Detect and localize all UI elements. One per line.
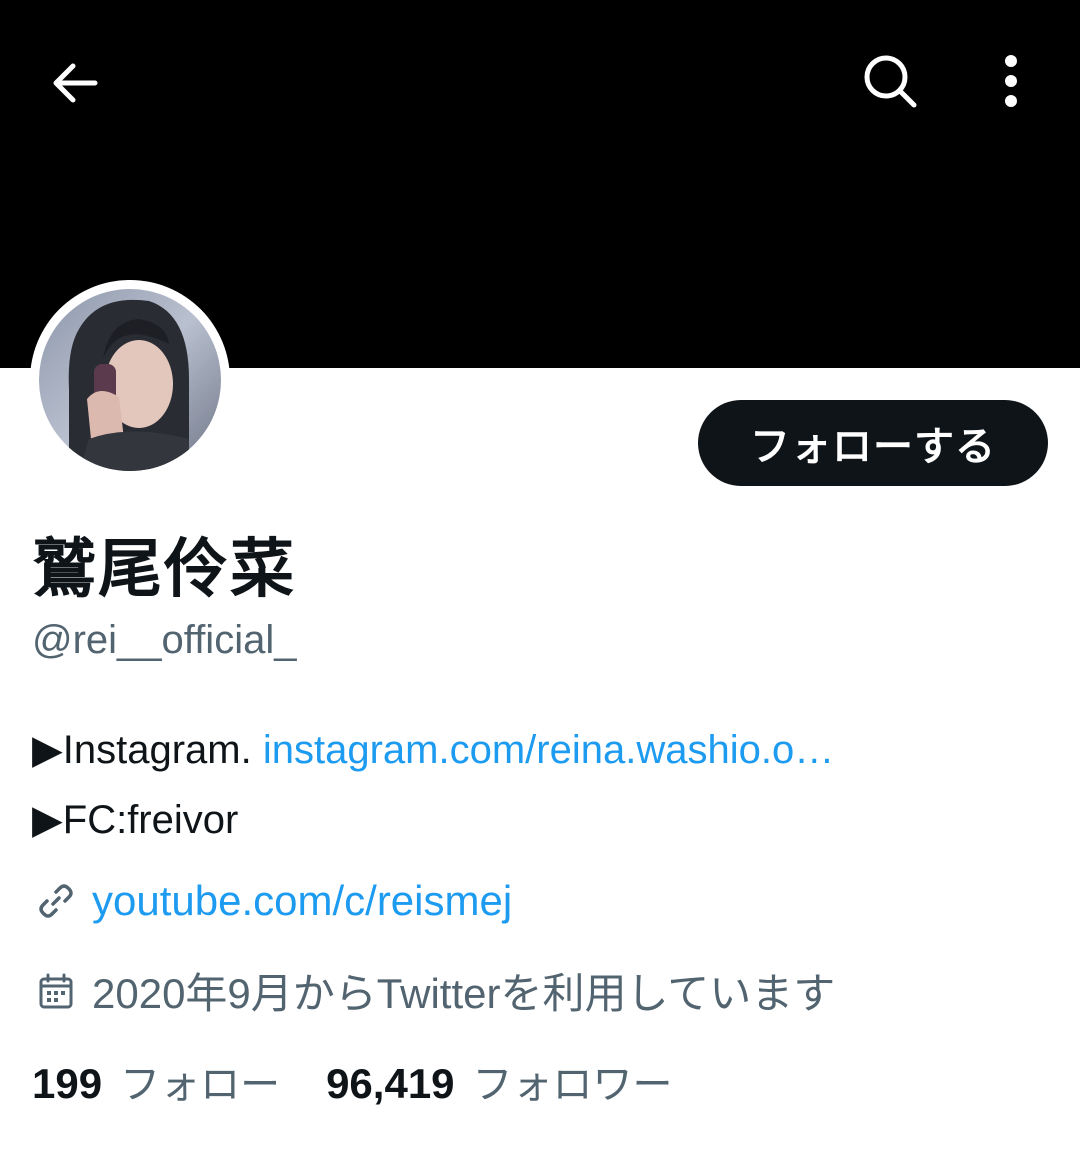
bio-line-instagram: ▶Instagram. instagram.com/reina.washio.o… [32, 715, 834, 785]
joined-date-row: 2020年9月からTwitterを利用しています [32, 960, 835, 1021]
followers-stat[interactable]: 96,419 フォロワー [326, 1052, 672, 1110]
back-button[interactable] [30, 38, 120, 128]
following-stat[interactable]: 199 フォロー [32, 1052, 280, 1110]
arrow-left-icon [53, 63, 98, 103]
following-count: 199 [32, 1060, 103, 1107]
following-label: フォロー [120, 1062, 281, 1108]
more-vertical-icon [1005, 55, 1017, 107]
more-options-button[interactable] [966, 36, 1056, 126]
followers-label: フォロワー [472, 1062, 673, 1108]
website-link[interactable]: youtube.com/c/reismej [92, 877, 512, 925]
calendar-icon [32, 967, 80, 1015]
display-name: 鷲尾伶菜 [32, 533, 296, 607]
followers-count: 96,419 [326, 1060, 455, 1107]
bio-line-fc: ▶FC:freivor [32, 798, 239, 842]
profile-avatar[interactable] [30, 280, 230, 480]
search-icon [864, 55, 917, 108]
link-icon [32, 877, 80, 925]
avatar-photo [39, 289, 221, 471]
profile-bio: ▶Instagram. instagram.com/reina.washio.o… [32, 715, 834, 855]
search-button[interactable] [845, 36, 935, 126]
instagram-link[interactable]: instagram.com/reina.washio.o… [263, 728, 834, 772]
joined-date-text: 2020年9月からTwitterを利用しています [92, 970, 836, 1017]
follow-button[interactable]: フォローする [698, 400, 1048, 486]
user-handle: @rei__official_ [32, 618, 297, 662]
website-row: youtube.com/c/reismej [32, 877, 512, 925]
follow-stats: 199 フォロー 96,419 フォロワー [32, 1052, 673, 1110]
bio-instagram-prefix: ▶Instagram. [32, 728, 263, 772]
